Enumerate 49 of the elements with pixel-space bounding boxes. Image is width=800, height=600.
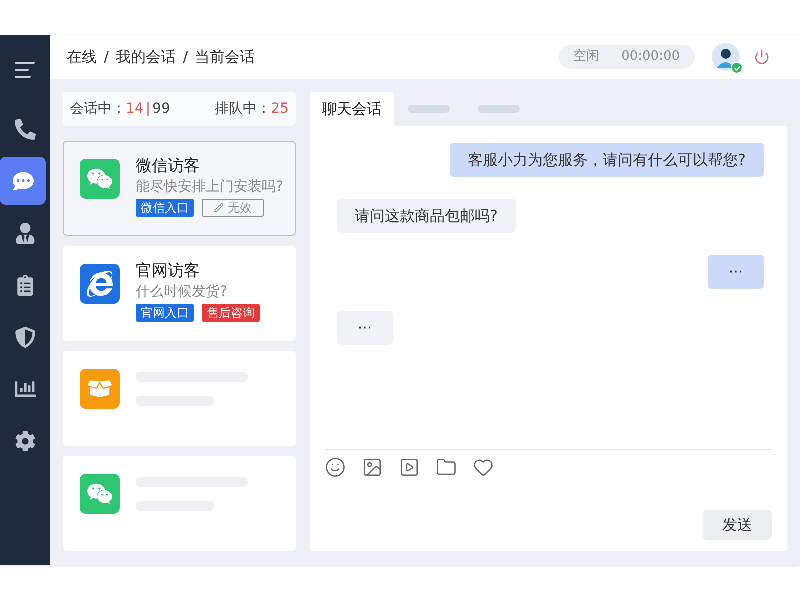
tag: 官网入口 — [136, 304, 194, 322]
visitor-name: 官网访客 — [136, 260, 201, 282]
tab[interactable]: 聊天会话 — [310, 92, 394, 126]
message-bubble: 客服小力为您服务，请问有什么可以帮您? — [450, 143, 764, 177]
power-icon[interactable] — [754, 49, 770, 65]
chat-icon — [12, 170, 34, 192]
breadcrumb-item[interactable]: 我的会话 — [116, 46, 176, 68]
heart-icon[interactable] — [473, 457, 494, 478]
breadcrumb-item[interactable]: 在线 — [67, 46, 97, 68]
pencil-icon — [214, 203, 224, 213]
person-icon — [14, 222, 36, 244]
browser-icon — [80, 264, 120, 304]
status-label: 空闲 — [574, 48, 600, 66]
count-divider: | — [146, 100, 151, 118]
breadcrumb-separator: / — [104, 46, 110, 68]
active-label: 会话中： — [70, 100, 126, 118]
queue-label: 排队中： — [215, 100, 272, 118]
conversation-card[interactable]: 官网访客 什么时候发货? 官网入口 售后咨询 — [63, 246, 296, 341]
wechat-icon — [80, 474, 120, 514]
message-bubble: ··· — [708, 255, 764, 289]
image-icon[interactable] — [362, 457, 383, 478]
bar-chart-icon — [14, 378, 36, 400]
clipboard-icon — [14, 274, 36, 296]
conversation-card[interactable]: 微信访客 能尽快安排上门安装吗? 微信入口 无效 — [63, 141, 296, 236]
send-button[interactable]: 发送 — [703, 510, 772, 540]
tag: 微信入口 — [136, 199, 194, 217]
shield-icon — [14, 326, 36, 348]
settings-icon — [14, 430, 36, 452]
timer: 00:00:00 — [622, 48, 680, 66]
last-message: 能尽快安排上门安装吗? — [136, 178, 284, 197]
visitor-name: 微信访客 — [136, 155, 201, 177]
active-count: 14 — [126, 100, 144, 118]
last-message: 什么时候发货? — [136, 283, 228, 302]
sidebar-item[interactable] — [0, 157, 46, 205]
tag: 售后咨询 — [202, 304, 260, 322]
message-bubble: 请问这款商品包邮吗? — [337, 199, 516, 233]
video-icon[interactable] — [399, 457, 420, 478]
breadcrumb-separator: / — [183, 46, 188, 68]
breadcrumb-item[interactable]: 当前会话 — [195, 46, 256, 68]
avatar[interactable] — [712, 43, 740, 71]
tag: 无效 — [202, 199, 264, 217]
wechat-icon — [80, 159, 120, 199]
folder-icon[interactable] — [436, 457, 457, 478]
phone-icon — [14, 118, 36, 140]
box-icon — [80, 369, 120, 409]
emoji-icon[interactable] — [325, 457, 346, 478]
queue-count: 25 — [271, 100, 289, 118]
message-bubble: ··· — [337, 311, 393, 345]
capacity-count: 99 — [152, 100, 170, 118]
